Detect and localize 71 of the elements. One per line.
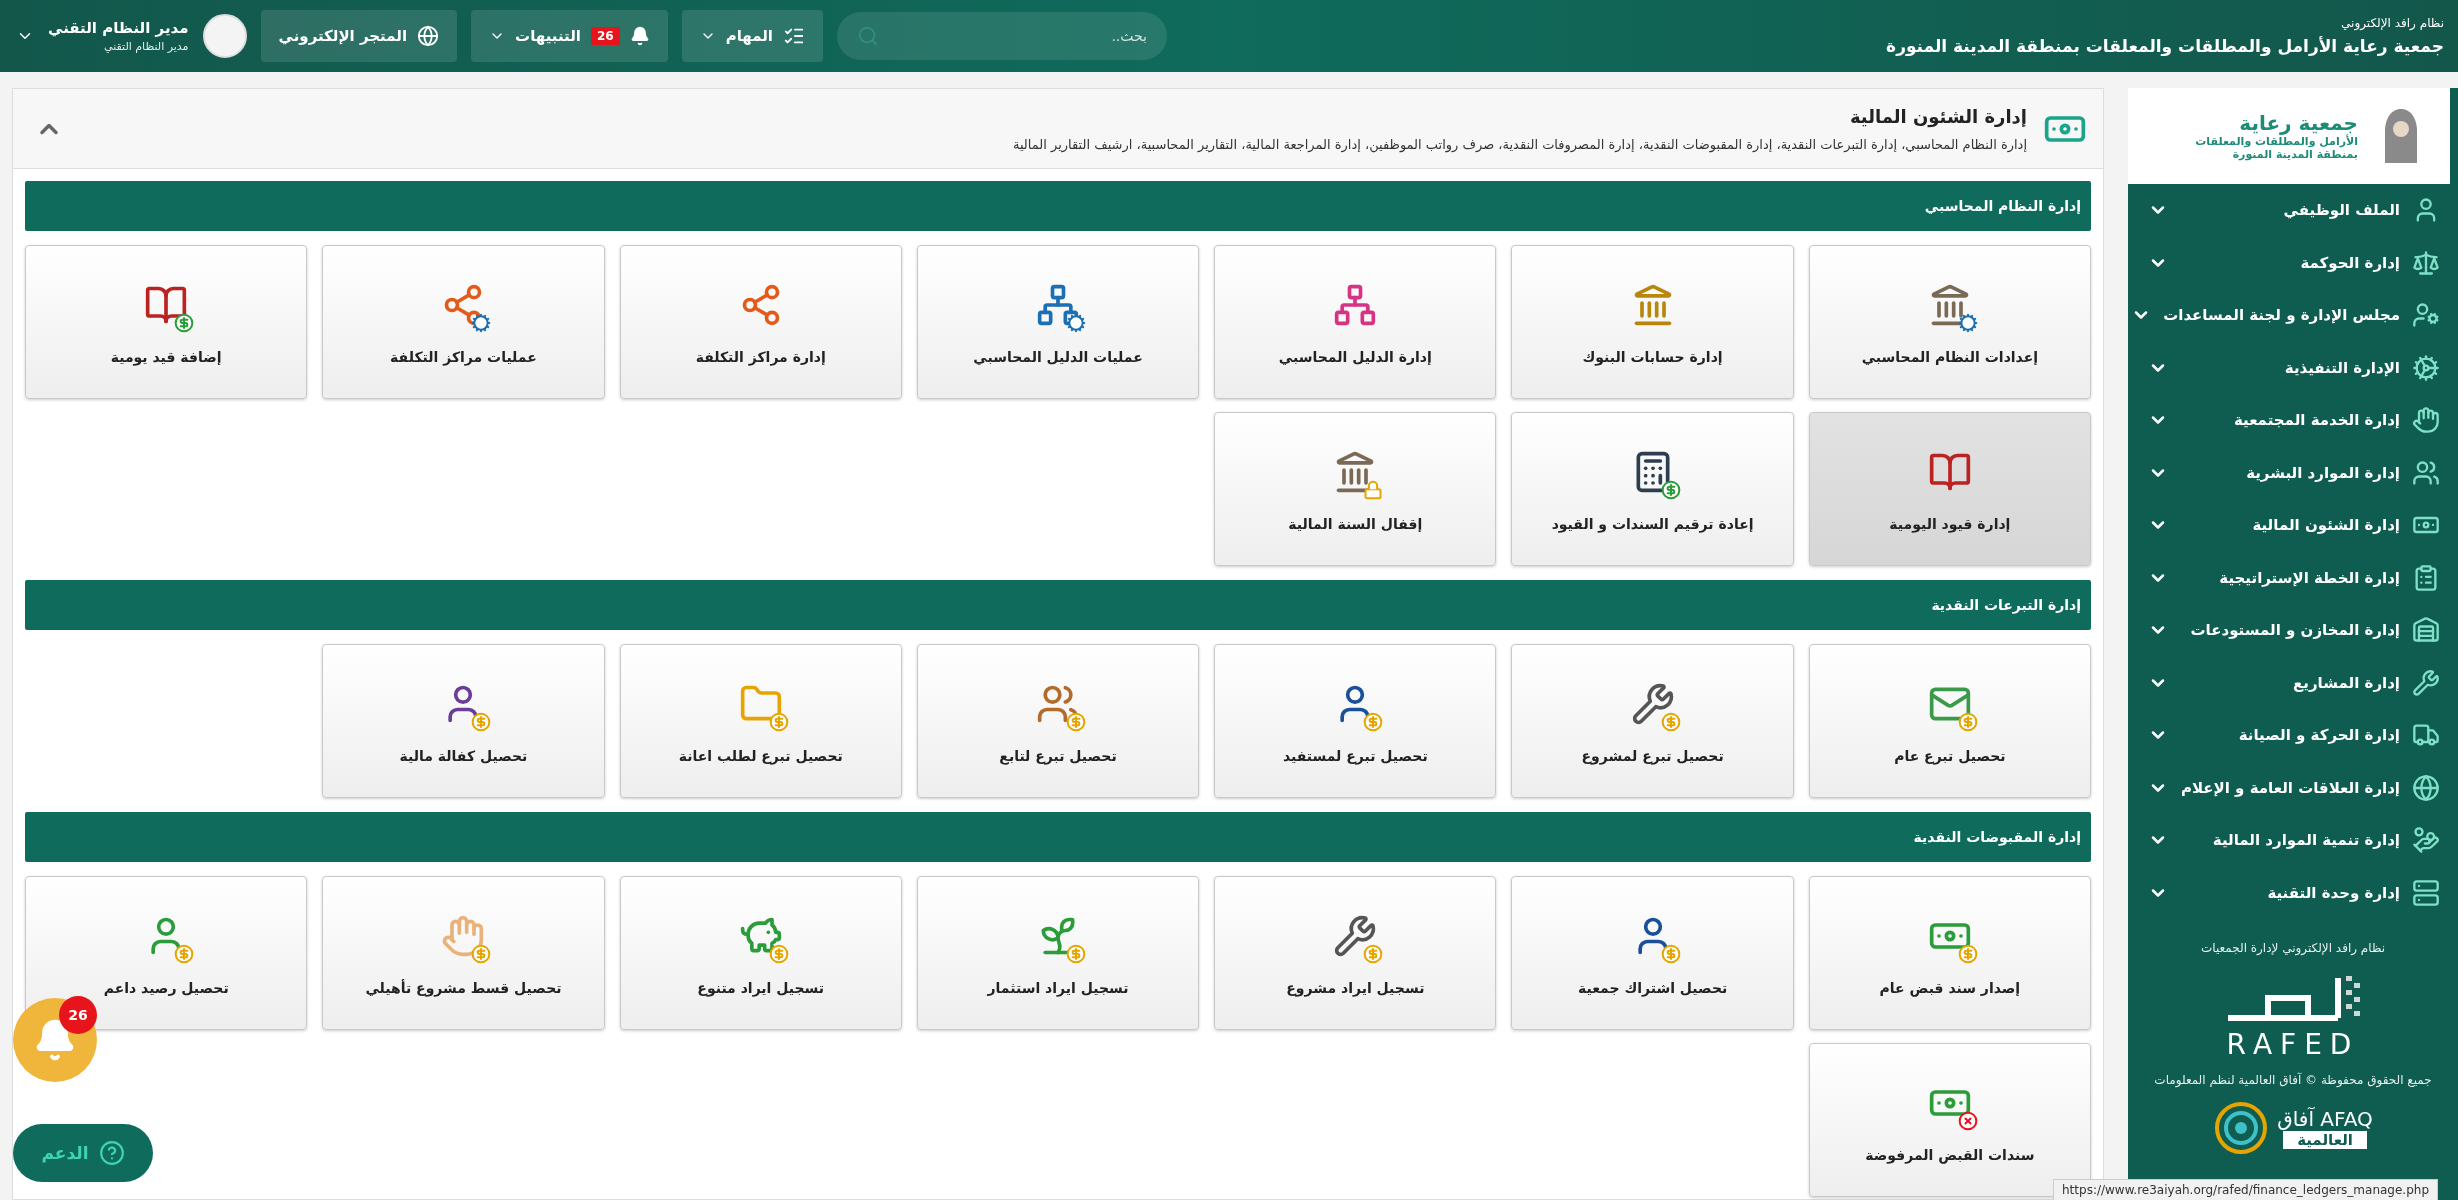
question-mark-icon <box>98 1140 125 1166</box>
alert-count: 26 <box>590 27 620 45</box>
menu-tile[interactable]: تحصيل تبرع عام <box>1808 644 2091 798</box>
status-url: https://www.re3aiyah.org/rafed/finance_ledgers_manage.php <box>2053 1179 2438 1200</box>
store-button[interactable]: المتجر الإلكتروني <box>260 10 458 62</box>
avatar[interactable] <box>202 14 247 58</box>
warehouse-icon <box>2412 616 2440 645</box>
sidebar-item[interactable]: الملف الوظيفي <box>2128 184 2458 237</box>
menu-tile[interactable]: تحصيل اشتراك جمعية <box>1511 876 1794 1030</box>
hand-coin-icon <box>2412 826 2440 855</box>
menu-tile[interactable]: إعدادات النظام المحاسبي <box>1808 245 2091 399</box>
menu-tile[interactable]: إدارة الدليل المحاسبي <box>1214 245 1497 399</box>
globe-icon <box>2412 773 2440 802</box>
menu-tile[interactable]: إدارة مراكز التكلفة <box>619 245 902 399</box>
menu-tile[interactable]: إضافة قيد يومية <box>25 245 308 399</box>
sidebar-item[interactable]: إدارة المشاريع <box>2128 656 2458 709</box>
sidebar-item[interactable]: إدارة المخازن و المستودعات <box>2128 604 2458 657</box>
person-gear-icon <box>2412 301 2440 330</box>
menu-tile[interactable]: تحصيل قسط مشروع تأهيلي <box>322 876 605 1030</box>
menu-tile[interactable]: تحصيل تبرع لطلب اعانة <box>619 644 902 798</box>
menu-tile[interactable]: تسجيل ايراد متنوع <box>619 876 902 1030</box>
sidebar-item[interactable]: إدارة الخدمة المجتمعية <box>2128 394 2458 447</box>
menu-tile[interactable]: تسجيل ايراد مشروع <box>1214 876 1497 1030</box>
people-icon <box>2412 458 2440 487</box>
afaq-logo-subtitle: العالمية <box>2283 1131 2367 1150</box>
server-icon <box>2412 878 2440 907</box>
page-description: إدارة النظام المحاسبي، إدارة التبرعات النقدية، إدارة المقبوضات النقدية، إدارة المصروفات النقدية، صرف رواتب الموظفين، إدارة المراجعة المالية، التقارير المحاسبية، ارشيف التقارير المالية <box>1011 136 2027 152</box>
menu-tile[interactable]: إعادة ترقيم السندات و القيود <box>1511 412 1794 566</box>
sidebar-item[interactable]: مجلس الإدارة و لجنة المساعدات <box>2128 289 2458 342</box>
bell-icon <box>629 26 650 46</box>
wrench-icon <box>2412 668 2440 697</box>
section-title: إدارة التبرعات النقدية <box>1931 597 2081 613</box>
section-title: إدارة المقبوضات النقدية <box>1913 829 2081 845</box>
sidebar-item[interactable]: الإدارة التنفيذية <box>2128 341 2458 394</box>
copyright-text: جميع الحقوق محفوظة © آفاق العالمية لنظم المعلومات <box>2154 1071 2432 1090</box>
sidebar-item[interactable]: إدارة وحدة التقنية <box>2128 866 2458 919</box>
rings-logo-icon <box>2213 1100 2270 1157</box>
menu-tile[interactable]: عمليات الدليل المحاسبي <box>916 245 1200 399</box>
user-role: مدير النظام التقني <box>103 40 189 53</box>
tasks-button[interactable]: المهام <box>681 10 823 62</box>
scales-icon <box>2412 248 2440 277</box>
sidebar-item[interactable]: إدارة الخطة الإستراتيجية <box>2128 551 2458 604</box>
menu-tile[interactable]: تحصيل كفالة مالية <box>322 644 605 798</box>
rafed-logo-text: RAFED <box>2226 1028 2360 1062</box>
hand-icon <box>2412 406 2440 435</box>
logo-title: جمعية رعاية <box>2239 111 2358 135</box>
globe-icon <box>417 25 440 47</box>
menu-tile[interactable]: تحصيل تبرع لتابع <box>916 644 1200 798</box>
section-title: إدارة النظام المحاسبي <box>1924 198 2081 214</box>
logo-line: بمنطقة المدينة المنورة <box>2232 148 2358 161</box>
menu-tile[interactable]: تسجيل ايراد استثمار <box>916 876 1200 1030</box>
organization-name: جمعية رعاية الأرامل والمطلقات والمعلقات بمنطقة المدينة المنورة <box>1886 36 2444 56</box>
search-icon <box>857 25 879 47</box>
sidebar-item[interactable]: إدارة الشئون المالية <box>2128 499 2458 552</box>
menu-tile[interactable]: إدارة حسابات البنوك <box>1511 245 1794 399</box>
sidebar-item[interactable]: إدارة الحركة و الصيانة <box>2128 709 2458 762</box>
menu-tile[interactable]: إدارة قيود اليومية <box>1808 412 2091 566</box>
system-name: نظام رافد الإلكتروني <box>2340 16 2444 30</box>
menu-tile[interactable]: تحصيل تبرع لمشروع <box>1511 644 1794 798</box>
sidebar-item[interactable]: إدارة الحوكمة <box>2128 236 2458 289</box>
sidebar-item[interactable]: إدارة تنمية الموارد المالية <box>2128 814 2458 867</box>
menu-tile[interactable]: إصدار سند قبض عام <box>1808 876 2091 1030</box>
sidebar-item[interactable]: إدارة الموارد البشرية <box>2128 446 2458 499</box>
user-name: مدير النظام التقني <box>48 19 189 37</box>
logo-line: الأرامل والمطلقات والمعلقات <box>2195 135 2358 148</box>
sidebar-item[interactable]: إدارة العلاقات العامة و الإعلام <box>2128 761 2458 814</box>
menu-tile[interactable]: تحصيل تبرع لمستفيد <box>1214 644 1497 798</box>
tagline: نظام رافد الإلكتروني لإدارة الجمعيات <box>2200 940 2386 958</box>
page-title: إدارة الشئون المالية <box>1848 105 2027 127</box>
menu-tile[interactable]: عمليات مراكز التكلفة <box>322 245 605 399</box>
menu-tile[interactable]: إقفال السنة المالية <box>1214 412 1497 566</box>
